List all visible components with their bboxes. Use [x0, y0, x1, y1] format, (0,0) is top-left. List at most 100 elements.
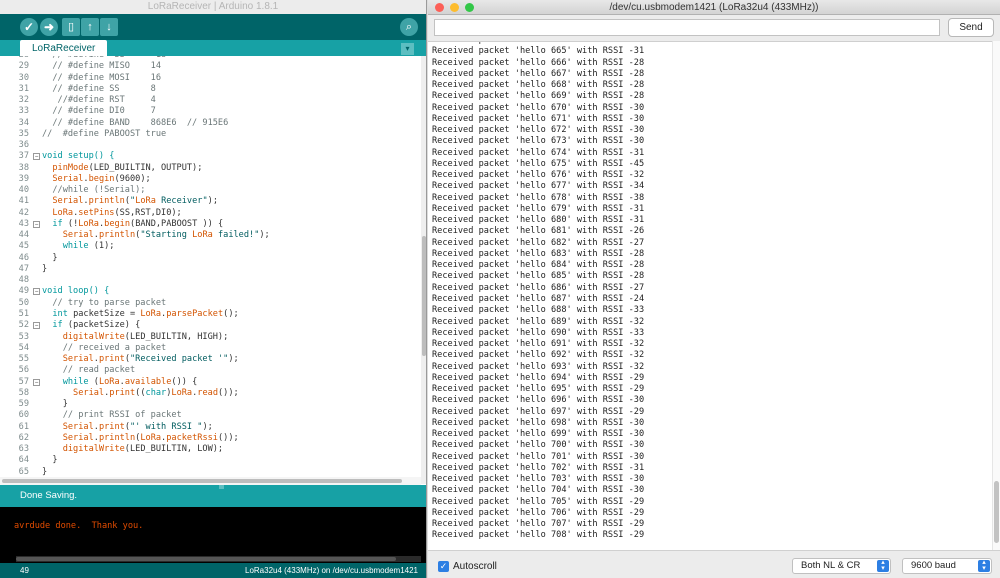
chevron-updown-icon: ▴ ▾	[877, 559, 889, 572]
code-text: digitalWrite(LED_BUILTIN, HIGH);	[62, 331, 229, 342]
code-text: //while (!Serial);	[42, 185, 146, 196]
serial-monitor-icon[interactable]: ⌕	[400, 18, 418, 36]
serial-output-line: Received packet 'hello 696' with RSSI -3…	[432, 395, 645, 406]
code-text: while (LoRa.available()) {	[62, 376, 198, 387]
code-line: 49− void loop() {	[0, 286, 421, 297]
serial-output-line: Received packet 'hello 676' with RSSI -3…	[432, 170, 645, 181]
verify-icon[interactable]: ✓	[20, 18, 38, 36]
new-icon[interactable]: ▯	[62, 18, 80, 36]
tab-menu-icon[interactable]: ▾	[401, 43, 414, 55]
code-line: 54 // received a packet	[0, 343, 421, 354]
serial-output-line: Received packet 'hello 681' with RSSI -2…	[432, 226, 645, 237]
serial-output-line: Received packet 'hello 705' with RSSI -2…	[432, 496, 645, 507]
baud-rate-value: 9600 baud	[911, 560, 956, 571]
send-button[interactable]: Send	[948, 18, 994, 37]
line-number: 37	[18, 151, 29, 162]
serial-output-line: Received packet 'hello 684' with RSSI -2…	[432, 260, 645, 271]
upload-icon[interactable]: ➜	[40, 18, 58, 36]
editor-vertical-scrollbar[interactable]	[421, 56, 426, 484]
serial-output-line: Received packet 'hello 677' with RSSI -3…	[432, 181, 645, 192]
code-line: 48	[0, 275, 421, 286]
line-number: 32	[18, 95, 29, 106]
serial-output-line: Received packet 'hello 683' with RSSI -2…	[432, 248, 645, 259]
serial-output[interactable]: Received packet 'hello 664' with RSSI -2…	[428, 41, 992, 550]
serial-output-line: Received packet 'hello 665' with RSSI -3…	[432, 46, 645, 57]
serial-output-line: Received packet 'hello 706' with RSSI -2…	[432, 507, 645, 518]
line-number: 61	[18, 421, 29, 432]
code-text: pinMode(LED_BUILTIN, OUTPUT);	[52, 162, 203, 173]
line-number: 46	[18, 252, 29, 263]
line-number: 63	[18, 444, 29, 455]
code-text: if (packetSize) {	[52, 320, 141, 331]
editor-scroll-thumb[interactable]	[422, 236, 426, 356]
fold-toggle-icon[interactable]: −	[33, 220, 40, 228]
line-number: 39	[18, 173, 29, 184]
line-number: 53	[18, 331, 29, 342]
code-text: Serial.println("Starting LoRa failed!");	[62, 230, 270, 241]
code-line: 45 while (1);	[0, 241, 421, 252]
fold-toggle-icon[interactable]: −	[33, 153, 40, 161]
save-icon[interactable]: ↓	[100, 18, 118, 36]
serial-output-line: Received packet 'hello 680' with RSSI -3…	[432, 215, 645, 226]
code-line: 59 }	[0, 399, 421, 410]
serial-output-line: Received packet 'hello 668' with RSSI -2…	[432, 80, 645, 91]
code-text: if (!LoRa.begin(BAND,PABOOST )) {	[52, 218, 224, 229]
autoscroll-checkbox[interactable]: ✓	[438, 561, 449, 572]
code-line: 38 pinMode(LED_BUILTIN, OUTPUT);	[0, 163, 421, 174]
code-text: LoRa.setPins(SS,RST,DI0);	[52, 207, 182, 218]
serial-output-line: Received packet 'hello 707' with RSSI -2…	[432, 519, 645, 530]
serial-output-line: Received packet 'hello 672' with RSSI -3…	[432, 125, 645, 136]
serial-output-line: Received packet 'hello 700' with RSSI -3…	[432, 440, 645, 451]
line-ending-value: Both NL & CR	[801, 560, 861, 571]
code-text: // print RSSI of packet	[42, 410, 182, 421]
console-hscroll-thumb[interactable]	[16, 557, 396, 561]
serial-output-line: Received packet 'hello 667' with RSSI -2…	[432, 68, 645, 79]
code-line: 29 // #define MISO 14	[0, 61, 421, 72]
code-text: // #define BAND 868E6 // 915E6	[42, 117, 229, 128]
line-number: 47	[18, 263, 29, 274]
fold-toggle-icon[interactable]: −	[33, 378, 40, 386]
serial-scroll-thumb[interactable]	[994, 481, 999, 543]
ide-footer: 49 LoRa32u4 (433MHz) on /dev/cu.usbmodem…	[0, 563, 426, 578]
serial-output-line: Received packet 'hello 690' with RSSI -3…	[432, 327, 645, 338]
code-line: 40 //while (!Serial);	[0, 185, 421, 196]
code-text: }	[42, 455, 58, 466]
serial-output-line: Received packet 'hello 687' with RSSI -2…	[432, 293, 645, 304]
code-line: 53 digitalWrite(LED_BUILTIN, HIGH);	[0, 332, 421, 343]
code-text: //#define RST 4	[42, 95, 156, 106]
code-line: 63 digitalWrite(LED_BUILTIN, LOW);	[0, 444, 421, 455]
baud-rate-select[interactable]: 9600 baud ▴ ▾	[902, 558, 992, 574]
code-text: digitalWrite(LED_BUILTIN, LOW);	[62, 444, 224, 455]
code-line: 33 // #define DI0 7	[0, 106, 421, 117]
code-editor[interactable]: 28 // #define SS 1829 // #define MISO 14…	[0, 56, 421, 484]
divider-handle[interactable]	[219, 485, 224, 489]
serial-output-line: Received packet 'hello 698' with RSSI -3…	[432, 417, 645, 428]
serial-output-line: Received packet 'hello 671' with RSSI -3…	[432, 113, 645, 124]
code-line: 36	[0, 140, 421, 151]
serial-output-line: Received packet 'hello 686' with RSSI -2…	[432, 282, 645, 293]
line-number: 56	[18, 365, 29, 376]
serial-output-line: Received packet 'hello 673' with RSSI -3…	[432, 136, 645, 147]
code-line: 58 Serial.print((char)LoRa.read());	[0, 388, 421, 399]
code-line: 32 //#define RST 4	[0, 95, 421, 106]
line-ending-select[interactable]: Both NL & CR ▴ ▾	[792, 558, 891, 574]
current-line-number: 49	[20, 566, 29, 575]
serial-output-line: Received packet 'hello 699' with RSSI -3…	[432, 429, 645, 440]
serial-output-line: Received packet 'hello 674' with RSSI -3…	[432, 147, 645, 158]
serial-vertical-scrollbar[interactable]	[992, 41, 1000, 550]
editor-hscroll-thumb[interactable]	[2, 479, 402, 483]
code-text: // #define MISO 14	[42, 61, 161, 72]
serial-send-input[interactable]	[434, 19, 940, 36]
code-text: while (1);	[62, 241, 115, 252]
code-line: 55 Serial.print("Received packet '");	[0, 354, 421, 365]
line-number: 50	[18, 297, 29, 308]
open-icon[interactable]: ↑	[81, 18, 99, 36]
console-horizontal-scrollbar[interactable]	[16, 556, 421, 562]
editor-horizontal-scrollbar[interactable]	[0, 477, 421, 485]
fold-toggle-icon[interactable]: −	[33, 322, 40, 330]
code-text: }	[42, 252, 58, 263]
fold-toggle-icon[interactable]: −	[33, 288, 40, 296]
line-number: 30	[18, 72, 29, 83]
code-text: // #define MOSI 16	[42, 72, 161, 83]
code-line: 41 Serial.println("LoRa Receiver");	[0, 196, 421, 207]
